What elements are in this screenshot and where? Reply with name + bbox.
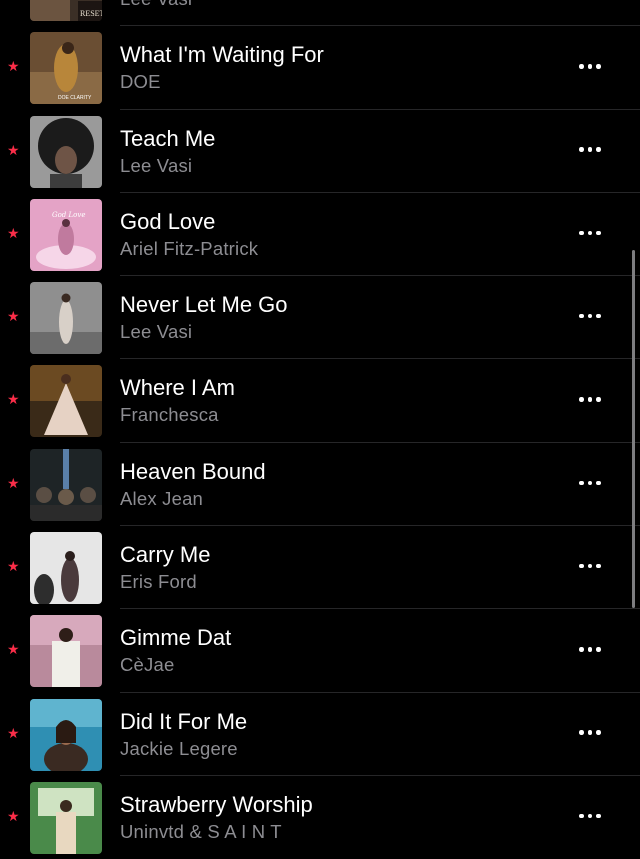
album-art <box>30 448 102 521</box>
favorite-star-icon: ★ <box>7 224 20 241</box>
song-artist: Jackie Legere <box>120 737 238 759</box>
song-title: God Love <box>120 208 216 234</box>
more-options-button[interactable] <box>572 139 608 161</box>
more-options-button[interactable] <box>572 722 608 744</box>
album-art: RESET <box>30 0 102 21</box>
song-title: Never Let Me Go <box>120 292 288 318</box>
song-artist: Eris Ford <box>120 571 197 593</box>
ellipsis-icon <box>579 313 584 319</box>
more-options-button[interactable] <box>572 638 608 660</box>
song-row[interactable]: ★ Gimme Dat CèJae <box>0 609 640 693</box>
more-options-button[interactable] <box>572 305 608 327</box>
song-title: Where I Am <box>120 375 235 401</box>
song-artist: Alex Jean <box>120 487 204 509</box>
album-art <box>30 781 102 854</box>
more-options-button[interactable] <box>572 222 608 244</box>
album-art: God Love <box>30 198 102 271</box>
scrollbar[interactable] <box>632 250 635 608</box>
favorite-star-icon: ★ <box>7 641 20 658</box>
favorite-star-icon: ★ <box>7 141 20 158</box>
song-title: Did It For Me <box>120 708 248 734</box>
ellipsis-icon <box>579 64 584 69</box>
more-options-button[interactable] <box>572 555 608 577</box>
ellipsis-icon <box>579 147 584 152</box>
more-options-button[interactable] <box>572 472 608 494</box>
album-art <box>30 282 102 355</box>
song-title: Carry Me <box>120 542 211 568</box>
ellipsis-icon <box>579 813 584 819</box>
song-row[interactable]: ★ DOE CLARITY What I'm Waiting For DOE <box>0 26 640 110</box>
favorite-star-icon: ★ <box>7 558 20 575</box>
song-row[interactable]: ★ Did It For Me Jackie Legere <box>0 693 640 776</box>
song-artist: Franchesca <box>120 404 219 426</box>
song-row[interactable]: ★ Where I Am Franchesca <box>0 359 640 443</box>
song-row[interactable]: ★ RESET Lee Vasi <box>0 0 640 27</box>
ellipsis-icon <box>579 230 584 236</box>
favorite-star-icon: ★ <box>7 474 20 491</box>
song-artist: DOE <box>120 71 161 93</box>
favorite-star-icon: ★ <box>7 391 20 408</box>
album-art: DOE CLARITY <box>30 32 102 105</box>
album-art <box>30 615 102 688</box>
album-art <box>30 365 102 438</box>
more-options-button[interactable] <box>572 388 608 410</box>
song-artist: Ariel Fitz-Patrick <box>120 237 259 259</box>
song-row[interactable]: ★ Strawberry Worship Uninvtd & S A I N T <box>0 776 640 859</box>
more-options-button[interactable] <box>572 55 608 77</box>
album-art <box>30 698 102 771</box>
song-list: ★ RESET Lee Vasi ★ DOE CLARITY <box>0 0 640 859</box>
favorite-star-icon: ★ <box>7 807 20 824</box>
song-row[interactable]: ★ Never Let Me Go Lee Vasi <box>0 276 640 360</box>
album-art-label: God Love <box>52 211 85 219</box>
song-title: Heaven Bound <box>120 458 266 484</box>
favorite-star-icon: ★ <box>7 724 20 741</box>
album-art <box>30 532 102 605</box>
album-art-label: DOE CLARITY <box>58 95 92 101</box>
album-art <box>30 115 102 188</box>
ellipsis-icon <box>579 563 584 569</box>
song-artist: Lee Vasi <box>120 154 193 176</box>
song-artist: Uninvtd & S A I N T <box>120 820 282 842</box>
ellipsis-icon <box>579 480 584 486</box>
ellipsis-icon <box>579 730 584 735</box>
song-row[interactable]: ★ Heaven Bound Alex Jean <box>0 443 640 527</box>
song-artist: CèJae <box>120 654 175 676</box>
ellipsis-icon <box>579 397 584 402</box>
song-row[interactable]: ★ God Love God Love Ariel Fitz-Patrick <box>0 193 640 277</box>
song-title: Strawberry Worship <box>120 791 313 817</box>
favorite-star-icon: ★ <box>7 308 20 325</box>
song-artist: Lee Vasi <box>120 321 193 343</box>
song-row[interactable]: ★ Teach Me Lee Vasi <box>0 110 640 193</box>
album-art-label: RESET <box>80 9 102 18</box>
ellipsis-icon <box>579 647 584 652</box>
more-options-button[interactable] <box>572 805 608 827</box>
song-title: Teach Me <box>120 125 216 151</box>
song-artist: Lee Vasi <box>120 0 192 10</box>
song-row[interactable]: ★ Carry Me Eris Ford <box>0 526 640 610</box>
song-title: What I'm Waiting For <box>120 42 324 68</box>
song-title: Gimme Dat <box>120 625 232 651</box>
favorite-star-icon: ★ <box>7 58 20 75</box>
